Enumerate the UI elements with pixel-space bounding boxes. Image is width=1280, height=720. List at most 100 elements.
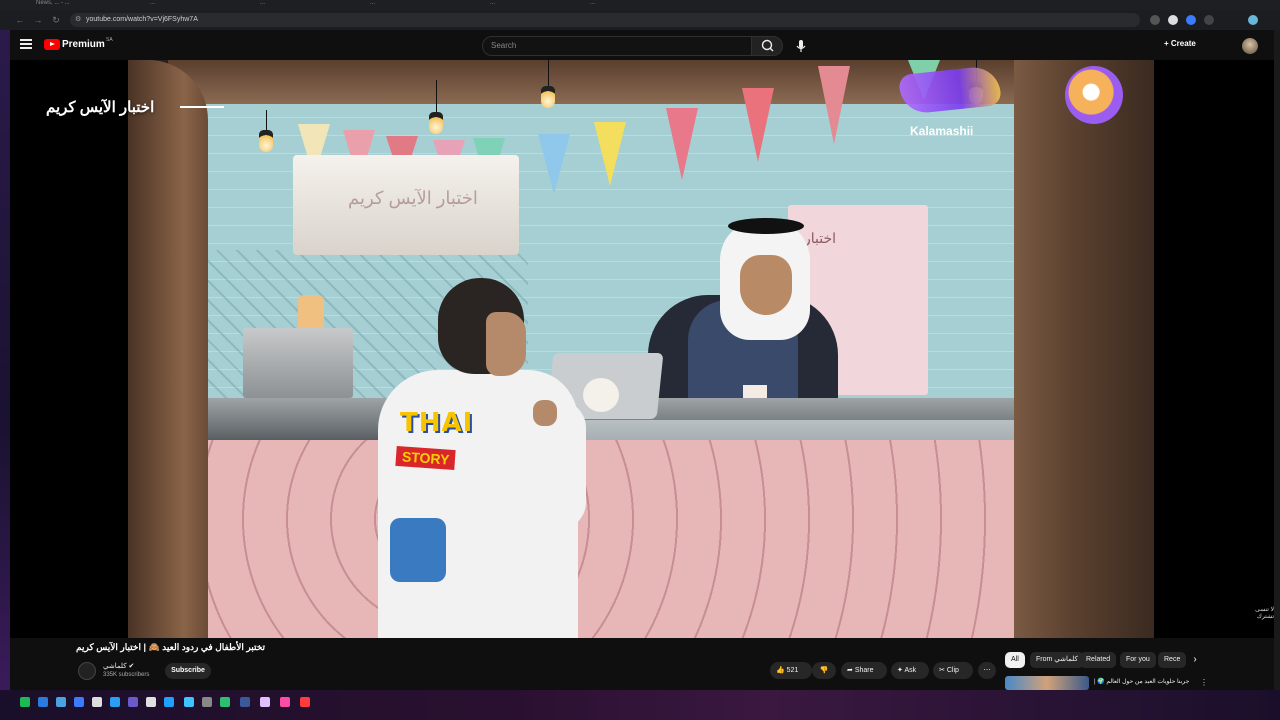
- more-actions-button[interactable]: ⋯: [978, 662, 996, 679]
- search-button[interactable]: [751, 36, 783, 56]
- url-text: youtube.com/watch?v=Vj6FSyhw7A: [86, 16, 198, 23]
- channel-avatar[interactable]: [78, 662, 96, 680]
- browser-toolbar: ← → ↻ ⚙ youtube.com/watch?v=Vj6FSyhw7A: [0, 10, 1280, 30]
- channel-name[interactable]: كلماشي ✔: [103, 662, 134, 670]
- ac-sign-text: اختبار الآيس كريم: [348, 188, 478, 208]
- profile-icon[interactable]: [1248, 15, 1258, 25]
- taskbar-app-icon[interactable]: [240, 697, 250, 707]
- light-bulb: [429, 112, 443, 134]
- taskbar-app-icon[interactable]: [128, 697, 138, 707]
- share-button[interactable]: ➦ Share: [841, 662, 887, 679]
- share-label: Share: [854, 667, 874, 674]
- shirt-print-thai: THAI: [400, 408, 474, 438]
- boy-hand: [533, 400, 557, 426]
- light-wire: [436, 80, 437, 112]
- reload-icon[interactable]: ↻: [50, 14, 62, 26]
- youtube-masthead: Premium SA Search + Create: [10, 30, 1274, 60]
- create-button[interactable]: + Create: [1164, 39, 1196, 48]
- more-icon: ⋯: [983, 667, 991, 674]
- taskbar-app-icon[interactable]: [280, 697, 290, 707]
- microphone-icon: [796, 40, 806, 52]
- taskbar-app-icon[interactable]: [20, 697, 30, 707]
- pennant-flag: [742, 88, 774, 162]
- sparkle-icon: ✦: [897, 667, 903, 674]
- voice-search-button[interactable]: [794, 38, 808, 54]
- taskbar-app-icon[interactable]: [220, 697, 230, 707]
- avatar[interactable]: [1242, 38, 1258, 54]
- desktop-edge: [0, 30, 10, 690]
- search-input[interactable]: Search: [482, 36, 752, 56]
- chevron-right-icon[interactable]: ›: [1188, 653, 1202, 667]
- browser-tab[interactable]: News, ... - ...: [36, 0, 136, 10]
- dislike-button[interactable]: 👎: [812, 662, 836, 679]
- taskbar-app-icon[interactable]: [164, 697, 174, 707]
- ask-label: Ask: [904, 667, 917, 674]
- browser-tab[interactable]: ...: [590, 0, 690, 10]
- truck-frame-right: [1014, 60, 1154, 638]
- chip-from-channel[interactable]: From كلماشي: [1030, 652, 1084, 668]
- like-button[interactable]: 👍 521: [770, 662, 812, 679]
- youtube-logo-icon[interactable]: [44, 39, 60, 50]
- back-icon[interactable]: ←: [14, 14, 26, 26]
- browser-tab-strip: News, ... - ..................: [0, 0, 1280, 10]
- overlay-underline: [180, 106, 224, 108]
- taskbar-app-icon[interactable]: [74, 697, 84, 707]
- video-player[interactable]: اختبار الآيس كريم اختبار THAI STORY اختب…: [10, 60, 1274, 638]
- hamburger-menu-icon[interactable]: [20, 39, 32, 49]
- channel-badge-icon[interactable]: [1065, 66, 1123, 124]
- browser-tab[interactable]: ...: [490, 0, 590, 10]
- extension-icon[interactable]: [1150, 15, 1160, 25]
- subscribe-button[interactable]: Subscribe: [165, 663, 211, 679]
- taskbar-app-icon[interactable]: [38, 697, 48, 707]
- taskbar-app-icon[interactable]: [146, 697, 156, 707]
- shirt-print-story: STORY: [395, 445, 457, 471]
- verified-icon: ✔: [128, 663, 135, 670]
- chip-related[interactable]: Related: [1080, 652, 1117, 668]
- chip-all[interactable]: All: [1005, 652, 1025, 668]
- plus-icon: +: [1164, 39, 1171, 48]
- pennant-flag: [818, 66, 850, 144]
- channel-logo-icon: [898, 64, 1002, 116]
- ask-button[interactable]: ✦ Ask: [891, 662, 929, 679]
- scissors-icon: ✂: [939, 667, 945, 674]
- url-bar[interactable]: ⚙ youtube.com/watch?v=Vj6FSyhw7A: [70, 13, 1140, 27]
- forward-icon[interactable]: →: [32, 14, 44, 26]
- extension-icon[interactable]: [1168, 15, 1178, 25]
- light-bulb: [541, 86, 555, 108]
- taskbar-app-icon[interactable]: [202, 697, 212, 707]
- brand-label[interactable]: Premium: [62, 39, 105, 50]
- light-wire: [266, 110, 267, 132]
- video-details: تختبر الأطفال في ردود العيد 🙈 | اختبار ا…: [10, 638, 1274, 690]
- chip-recent[interactable]: Rece: [1158, 652, 1186, 668]
- browser-tab[interactable]: ...: [260, 0, 360, 10]
- browser-tab[interactable]: ...: [150, 0, 250, 10]
- man-agal: [728, 218, 804, 234]
- taskbar-app-icon[interactable]: [184, 697, 194, 707]
- recommendation-thumbnail[interactable]: [1005, 676, 1089, 690]
- thumbs-up-icon: 👍: [776, 667, 785, 674]
- boy-face: [486, 312, 526, 376]
- browser-tab[interactable]: ...: [370, 0, 470, 10]
- channel-watermark[interactable]: Kalamashii: [890, 64, 1030, 138]
- site-info-icon[interactable]: ⚙: [75, 13, 81, 27]
- extension-icon[interactable]: [1186, 15, 1196, 25]
- clip-button[interactable]: ✂ Clip: [933, 662, 973, 679]
- shirt-print-graphic: [390, 518, 446, 582]
- taskbar-app-icon[interactable]: [92, 697, 102, 707]
- region-code: SA: [106, 37, 113, 43]
- recommendation-title[interactable]: جربنا حلويات العيد من حول العالم 🌍 |: [1094, 678, 1189, 685]
- kebab-menu-icon[interactable]: ⋮: [1200, 678, 1208, 687]
- taskbar-app-icon[interactable]: [56, 697, 66, 707]
- video-overlay-title: اختبار الآيس كريم: [46, 99, 155, 116]
- scrollbar[interactable]: [1274, 30, 1280, 690]
- taskbar-app-icon[interactable]: [110, 697, 120, 707]
- pennant-flag: [594, 122, 626, 186]
- tablet-sticker: [583, 378, 619, 412]
- taskbar-app-icon[interactable]: [300, 697, 310, 707]
- chip-for-you[interactable]: For you: [1120, 652, 1156, 668]
- corner-tag: لا تنسى تشترك: [1255, 607, 1274, 620]
- light-bulb: [259, 130, 273, 152]
- taskbar-app-icon[interactable]: [260, 697, 270, 707]
- video-title: تختبر الأطفال في ردود العيد 🙈 | اختبار ا…: [76, 642, 266, 652]
- extension-icon[interactable]: [1204, 15, 1214, 25]
